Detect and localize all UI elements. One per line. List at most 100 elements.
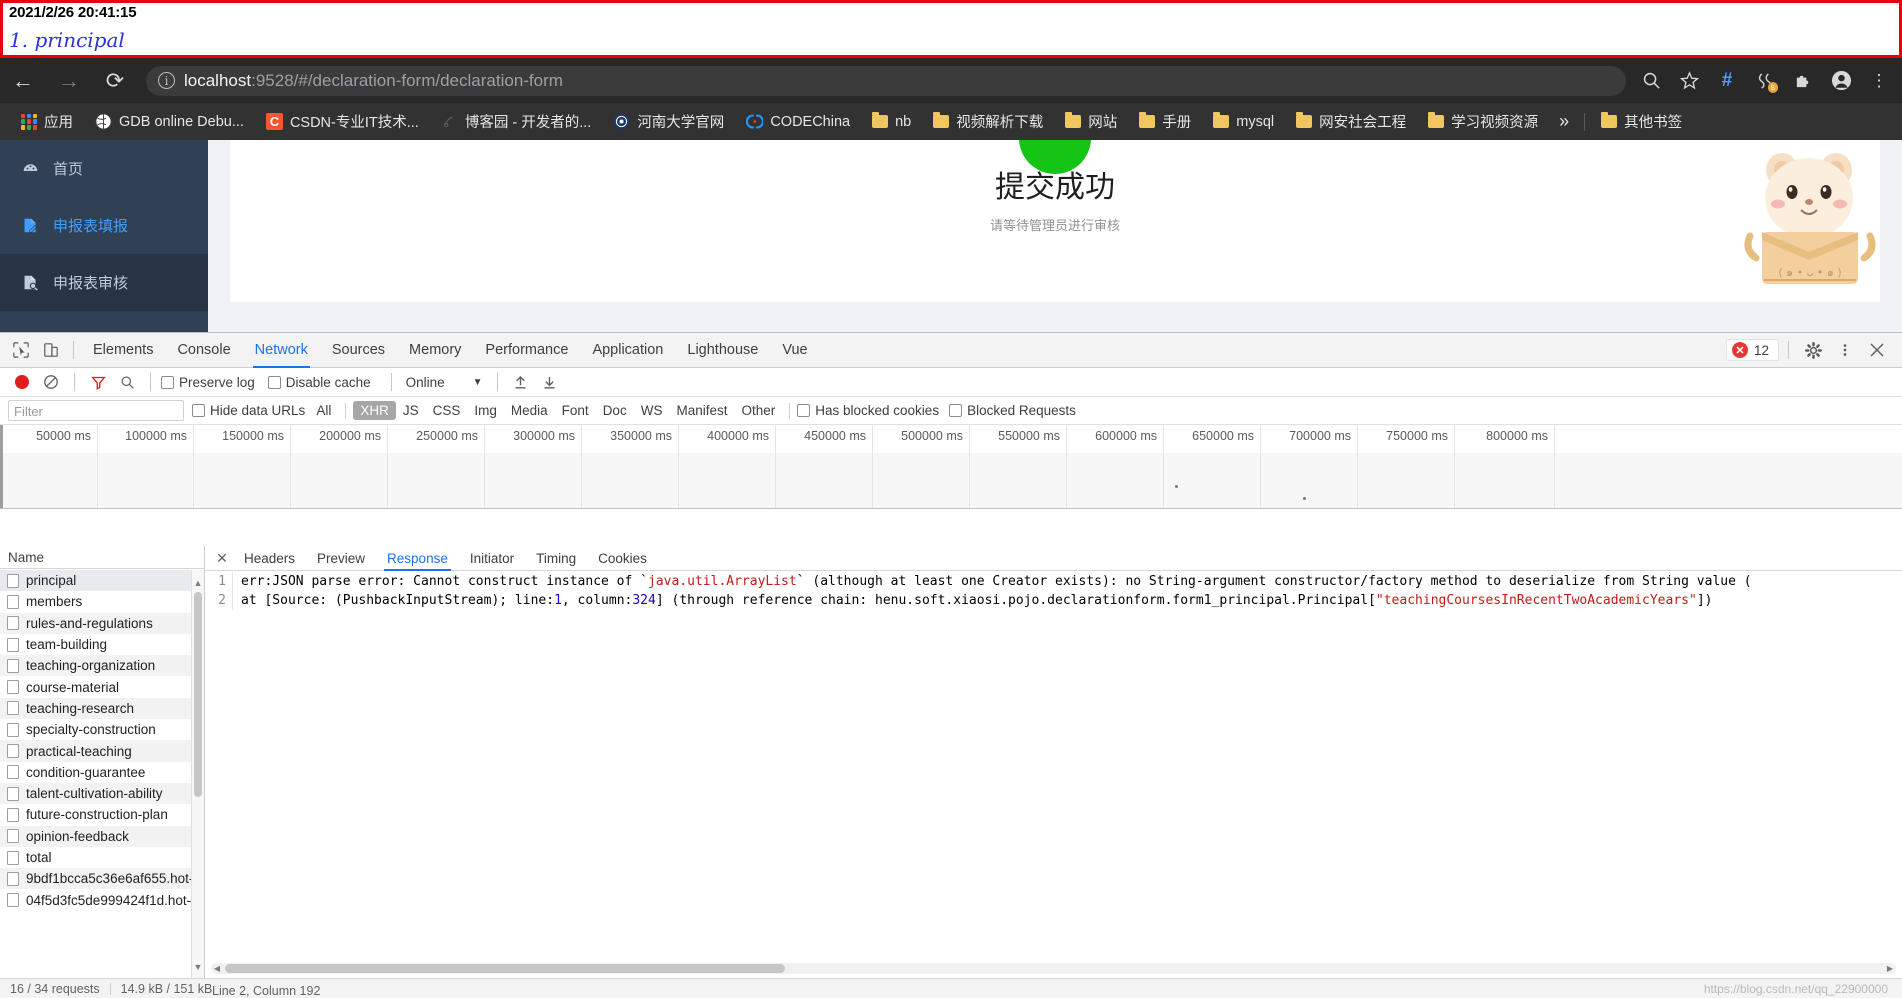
tab-timing[interactable]: Timing: [525, 546, 587, 571]
reload-button[interactable]: ⟳: [92, 58, 138, 103]
forward-button[interactable]: →: [46, 58, 92, 103]
bookmarks-overflow-button[interactable]: »: [1549, 111, 1579, 132]
filter-type-all[interactable]: All: [309, 401, 338, 420]
script-extension-icon[interactable]: s: [1748, 64, 1782, 98]
extensions-puzzle-icon[interactable]: [1786, 64, 1820, 98]
table-row[interactable]: total: [0, 847, 204, 868]
search-icon[interactable]: [114, 369, 140, 395]
kebab-menu-icon[interactable]: [1830, 335, 1860, 365]
record-stop-icon[interactable]: [9, 369, 35, 395]
site-info-icon[interactable]: i: [158, 72, 175, 89]
bookmark-nb[interactable]: nb: [861, 109, 922, 135]
tab-network[interactable]: Network: [243, 333, 320, 368]
sidebar-item-form-fill[interactable]: 申报表填报: [0, 197, 208, 254]
table-row[interactable]: opinion-feedback: [0, 825, 204, 847]
filter-type-js[interactable]: JS: [396, 401, 426, 420]
tab-cookies[interactable]: Cookies: [587, 546, 658, 571]
tab-headers[interactable]: Headers: [233, 546, 306, 571]
bookmark-other-bookmarks[interactable]: 其他书签: [1590, 109, 1693, 135]
gear-icon[interactable]: [1798, 335, 1828, 365]
filter-type-manifest[interactable]: Manifest: [669, 401, 734, 420]
table-row[interactable]: 04f5d3fc5de999424f1d.hot-u.: [0, 889, 204, 910]
blocked-requests-checkbox[interactable]: Blocked Requests: [949, 403, 1086, 418]
scroll-left-icon[interactable]: ◀: [211, 963, 223, 974]
clear-icon[interactable]: [38, 369, 64, 395]
filter-type-img[interactable]: Img: [467, 401, 504, 420]
tab-vue[interactable]: Vue: [770, 333, 819, 368]
bookmark-mysql[interactable]: mysql: [1202, 109, 1285, 135]
request-list-header[interactable]: Name: [0, 546, 204, 569]
bookmark-henu[interactable]: 河南大学官网: [602, 109, 735, 135]
filter-type-font[interactable]: Font: [555, 401, 596, 420]
tab-lighthouse[interactable]: Lighthouse: [675, 333, 770, 368]
tab-sources[interactable]: Sources: [320, 333, 397, 368]
table-row[interactable]: members: [0, 591, 204, 612]
table-row[interactable]: talent-cultivation-ability: [0, 782, 204, 805]
bookmark-netsec[interactable]: 网安社会工程: [1285, 109, 1417, 135]
scroll-up-icon[interactable]: ▲: [192, 576, 204, 590]
table-row[interactable]: principal: [0, 570, 204, 592]
table-row[interactable]: condition-guarantee: [0, 762, 204, 783]
filter-type-ws[interactable]: WS: [634, 401, 670, 420]
filter-type-media[interactable]: Media: [504, 401, 555, 420]
tab-memory[interactable]: Memory: [397, 333, 473, 368]
bookmark-codechina[interactable]: CODEChina: [735, 109, 861, 135]
network-overview-timeline[interactable]: 50000 ms 100000 ms 150000 ms 200000 ms 2…: [0, 425, 1902, 509]
tab-initiator[interactable]: Initiator: [459, 546, 525, 571]
close-icon[interactable]: [1862, 335, 1892, 365]
bookmark-star-icon[interactable]: [1672, 64, 1706, 98]
tab-response[interactable]: Response: [376, 546, 459, 571]
filter-funnel-icon[interactable]: [85, 369, 111, 395]
table-row[interactable]: course-material: [0, 676, 204, 697]
table-row[interactable]: teaching-research: [0, 697, 204, 720]
bookmark-manual[interactable]: 手册: [1128, 109, 1202, 135]
hash-extension-icon[interactable]: #: [1710, 64, 1744, 98]
bookmark-video-parse[interactable]: 视频解析下载: [922, 109, 1054, 135]
table-row[interactable]: specialty-construction: [0, 719, 204, 740]
scrollbar-thumb[interactable]: [194, 592, 202, 797]
filter-type-xhr[interactable]: XHR: [353, 401, 396, 420]
zoom-search-icon[interactable]: [1634, 64, 1668, 98]
bookmark-websites[interactable]: 网站: [1054, 109, 1128, 135]
preserve-log-checkbox[interactable]: Preserve log: [161, 375, 265, 390]
disable-cache-checkbox[interactable]: Disable cache: [267, 375, 381, 390]
tab-preview[interactable]: Preview: [306, 546, 376, 571]
scroll-down-icon[interactable]: ▼: [192, 960, 204, 974]
table-row[interactable]: teaching-organization: [0, 655, 204, 677]
tab-console[interactable]: Console: [165, 333, 242, 368]
profile-avatar-icon[interactable]: [1824, 64, 1858, 98]
throttling-select[interactable]: Online ▼: [402, 375, 487, 390]
export-har-icon[interactable]: [537, 369, 563, 395]
bookmark-apps[interactable]: 应用: [10, 109, 84, 135]
import-har-icon[interactable]: [508, 369, 534, 395]
back-button[interactable]: ←: [0, 58, 46, 103]
hide-data-urls-checkbox[interactable]: Hide data URLs: [192, 403, 309, 418]
bookmark-gdb-online[interactable]: GDB online Debu...: [84, 109, 255, 135]
scrollbar-thumb[interactable]: [225, 964, 785, 973]
table-row[interactable]: 9bdf1bcca5c36e6af655.hot-u.: [0, 868, 204, 890]
sidebar-item-form-review[interactable]: 申报表审核: [0, 254, 208, 311]
bookmark-study-video[interactable]: 学习视频资源: [1417, 109, 1549, 135]
bookmark-cnblogs[interactable]: 博客园 - 开发者的...: [430, 109, 602, 135]
filter-type-css[interactable]: CSS: [426, 401, 468, 420]
tab-elements[interactable]: Elements: [81, 333, 165, 368]
table-row[interactable]: team-building: [0, 634, 204, 655]
chrome-menu-icon[interactable]: ⋮: [1862, 64, 1896, 98]
inspect-cursor-icon[interactable]: [6, 335, 36, 365]
error-count-badge[interactable]: ✕ 12: [1725, 339, 1779, 361]
scroll-right-icon[interactable]: ▶: [1884, 963, 1896, 974]
device-toolbar-icon[interactable]: [36, 335, 66, 365]
tab-application[interactable]: Application: [580, 333, 675, 368]
table-row[interactable]: rules-and-regulations: [0, 612, 204, 634]
sidebar-item-home[interactable]: 首页: [0, 140, 208, 197]
tab-performance[interactable]: Performance: [473, 333, 580, 368]
table-row[interactable]: future-construction-plan: [0, 804, 204, 825]
filter-input[interactable]: Filter: [8, 400, 184, 421]
filter-type-doc[interactable]: Doc: [596, 401, 634, 420]
address-bar[interactable]: i localhost:9528/#/declaration-form/decl…: [146, 65, 1626, 96]
filter-type-other[interactable]: Other: [734, 401, 782, 420]
has-blocked-cookies-checkbox[interactable]: Has blocked cookies: [797, 403, 949, 418]
response-horizontal-scrollbar[interactable]: ◀ ▶: [211, 963, 1896, 974]
close-detail-icon[interactable]: ✕: [211, 546, 233, 571]
bookmark-csdn[interactable]: C CSDN-专业IT技术...: [255, 109, 430, 135]
